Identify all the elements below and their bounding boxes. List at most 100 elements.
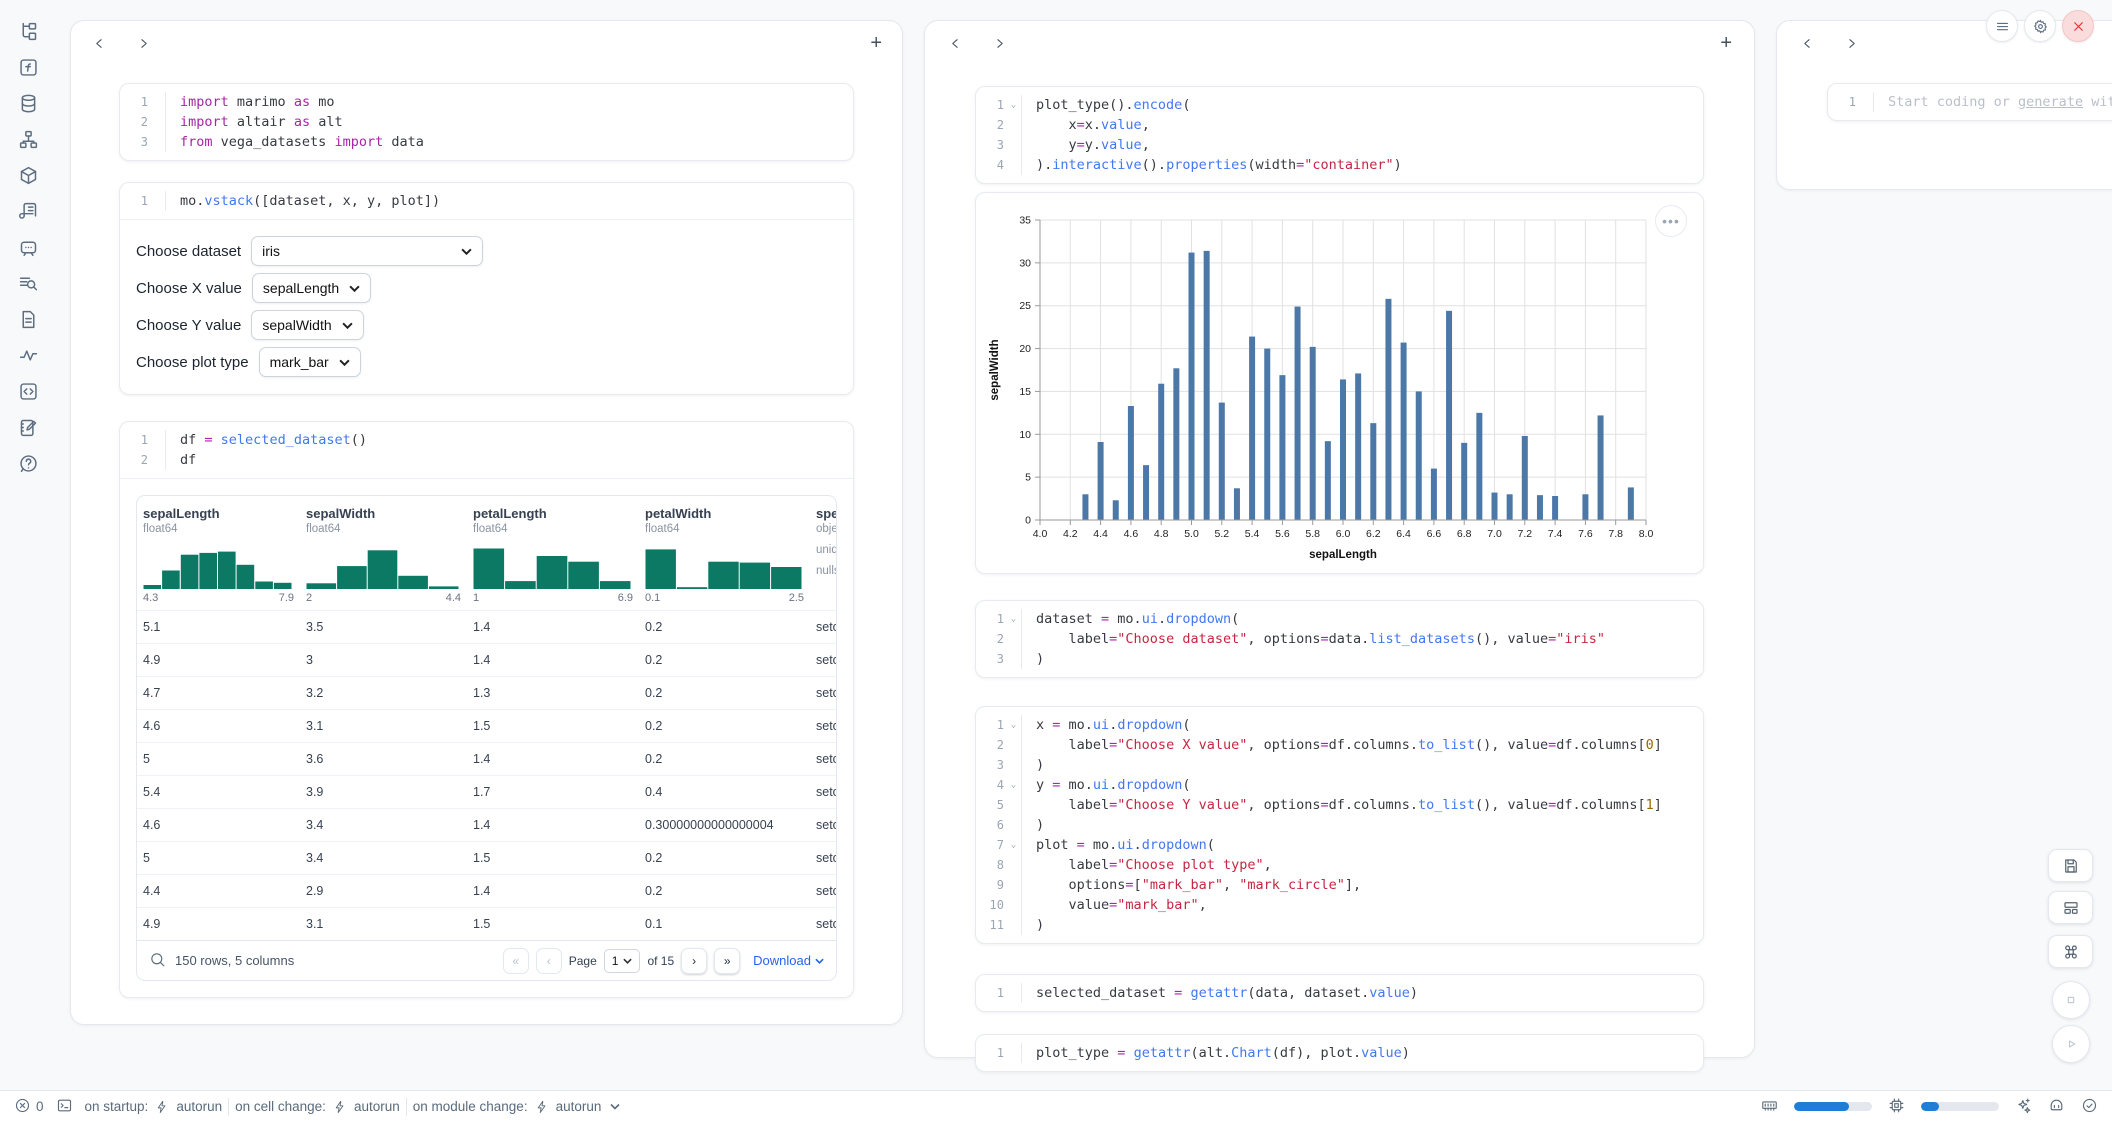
document-icon[interactable] (17, 308, 39, 330)
save-button[interactable] (2048, 849, 2093, 882)
help-icon[interactable] (17, 452, 39, 474)
code-line[interactable]: 1mo.vstack([dataset, x, y, plot]) (120, 191, 853, 211)
table-column-header[interactable]: sepalLengthfloat644.37.9 (137, 496, 300, 610)
code-line[interactable]: 9 options=["mark_bar", "mark_circle"], (976, 875, 1703, 895)
table-row[interactable]: 4.931.40.2setosa (137, 643, 836, 676)
code-line[interactable]: 1df = selected_dataset() (120, 430, 853, 450)
table-row[interactable]: 53.41.50.2setosa (137, 841, 836, 874)
menu-button[interactable] (1986, 10, 2018, 42)
xy-plot-dropdown-cell[interactable]: 1⌄x = mo.ui.dropdown(2 label="Choose X v… (975, 706, 1704, 944)
terminal-icon[interactable] (56, 1097, 73, 1117)
layout-button[interactable] (2048, 891, 2093, 924)
plot-code[interactable]: 1⌄plot_type().encode(2 x=x.value,3 y=y.v… (976, 87, 1703, 183)
code-line[interactable]: 10 value="mark_bar", (976, 895, 1703, 915)
column-right-button[interactable] (135, 35, 151, 51)
plot-cell[interactable]: 1⌄plot_type().encode(2 x=x.value,3 y=y.v… (975, 86, 1704, 184)
code-line[interactable]: 2df (120, 450, 853, 470)
plot-type-cell[interactable]: 1plot_type = getattr(alt.Chart(df), plot… (975, 1034, 1704, 1072)
code-line[interactable]: 2 x=x.value, (976, 115, 1703, 135)
last-page-button[interactable]: » (714, 948, 740, 974)
column-right-button[interactable] (1843, 35, 1859, 51)
code-line[interactable]: 1⌄dataset = mo.ui.dropdown( (976, 609, 1703, 629)
search-icon[interactable] (149, 951, 166, 971)
column-left-button[interactable] (91, 35, 107, 51)
bar-chart[interactable]: 051015202530354.04.24.44.64.85.05.25.45.… (984, 204, 1694, 562)
table-column-header[interactable]: petalLengthfloat6416.9 (467, 496, 639, 610)
table-row[interactable]: 4.63.11.50.2setosa (137, 709, 836, 742)
chart-menu-button[interactable]: ••• (1655, 205, 1687, 237)
table-row[interactable]: 4.73.21.30.2setosa (137, 676, 836, 709)
activity-icon[interactable] (17, 344, 39, 366)
imports-code[interactable]: 1import marimo as mo2import altair as al… (120, 84, 853, 160)
code-line[interactable]: 2import altair as alt (120, 112, 853, 132)
column-left-button[interactable] (1799, 35, 1815, 51)
plot-type-code[interactable]: 1plot_type = getattr(alt.Chart(df), plot… (976, 1035, 1703, 1071)
table-row[interactable]: 4.63.41.40.30000000000000004setosa (137, 808, 836, 841)
command-palette-button[interactable] (2048, 935, 2093, 968)
table-row[interactable]: 4.93.11.50.1setosa (137, 907, 836, 940)
package-icon[interactable] (17, 164, 39, 186)
log-search-icon[interactable] (17, 272, 39, 294)
table-row[interactable]: 4.42.91.40.2setosa (137, 874, 836, 907)
xyplot-code[interactable]: 1⌄x = mo.ui.dropdown(2 label="Choose X v… (976, 707, 1703, 943)
code-line[interactable]: 4).interactive().properties(width="conta… (976, 155, 1703, 175)
vstack-cell[interactable]: 1mo.vstack([dataset, x, y, plot]) Choose… (119, 182, 854, 395)
code-line[interactable]: 1import marimo as mo (120, 92, 853, 112)
first-page-button[interactable]: « (503, 948, 529, 974)
download-button[interactable]: Download (753, 953, 824, 968)
page-select[interactable]: 1 (604, 949, 641, 973)
code-line[interactable]: 2 label="Choose X value", options=df.col… (976, 735, 1703, 755)
code-line[interactable]: 11) (976, 915, 1703, 935)
code-line[interactable]: 3) (976, 649, 1703, 669)
database-icon[interactable] (17, 92, 39, 114)
script-icon[interactable] (17, 200, 39, 222)
column-right-button[interactable] (991, 35, 1007, 51)
file-tree-icon[interactable] (17, 20, 39, 42)
dropdown-select[interactable]: sepalLength (252, 273, 371, 303)
code-line[interactable]: 8 label="Choose plot type", (976, 855, 1703, 875)
dataset-dropdown-cell[interactable]: 1⌄dataset = mo.ui.dropdown(2 label="Choo… (975, 600, 1704, 678)
empty-editor-placeholder[interactable]: 1Start coding or generate with (1828, 84, 2112, 120)
table-row[interactable]: 5.43.91.70.4setosa (137, 775, 836, 808)
code-line[interactable]: 1plot_type = getattr(alt.Chart(df), plot… (976, 1043, 1703, 1063)
run-button[interactable] (2052, 1025, 2090, 1063)
prev-page-button[interactable]: ‹ (536, 948, 562, 974)
dropdown-select[interactable]: sepalWidth (251, 310, 363, 340)
dataframe-cell[interactable]: 1df = selected_dataset()2df sepalLengthf… (119, 421, 854, 998)
imports-cell[interactable]: 1import marimo as mo2import altair as al… (119, 83, 854, 161)
vstack-code[interactable]: 1mo.vstack([dataset, x, y, plot]) (120, 183, 853, 219)
function-icon[interactable] (17, 56, 39, 78)
add-cell-button[interactable]: + (1720, 33, 1732, 53)
df-code[interactable]: 1df = selected_dataset()2df (120, 422, 853, 478)
run-mode-item[interactable]: on cell change:autorun (235, 1099, 400, 1114)
code-line[interactable]: 7⌄plot = mo.ui.dropdown( (976, 835, 1703, 855)
sitemap-icon[interactable] (17, 128, 39, 150)
code-line[interactable]: 3from vega_datasets import data (120, 132, 853, 152)
empty-editor-cell[interactable]: 1Start coding or generate with (1827, 83, 2112, 121)
connection-status-icon[interactable] (2081, 1097, 2098, 1117)
code-line[interactable]: 3 y=y.value, (976, 135, 1703, 155)
copilot-icon[interactable] (2048, 1097, 2065, 1117)
table-column-header[interactable]: sepalWidthfloat6424.4 (300, 496, 467, 610)
errors-indicator[interactable]: 0 (14, 1097, 44, 1117)
table-column-header[interactable]: speciesobjectunique:nulls: (810, 496, 836, 610)
settings-button[interactable] (2024, 10, 2056, 42)
code-line[interactable]: 1Start coding or generate with (1828, 92, 2112, 112)
code-line[interactable]: 2 label="Choose dataset", options=data.l… (976, 629, 1703, 649)
code-line[interactable]: 1selected_dataset = getattr(data, datase… (976, 983, 1703, 1003)
table-column-header[interactable]: petalWidthfloat640.12.5 (639, 496, 810, 610)
code-line[interactable]: 1⌄x = mo.ui.dropdown( (976, 715, 1703, 735)
column-left-button[interactable] (947, 35, 963, 51)
code-block-icon[interactable] (17, 380, 39, 402)
code-line[interactable]: 1⌄plot_type().encode( (976, 95, 1703, 115)
ai-sparkles-icon[interactable] (2015, 1097, 2032, 1117)
close-button[interactable] (2062, 10, 2094, 42)
run-mode-item[interactable]: on startup:autorun (85, 1099, 223, 1114)
code-line[interactable]: 4⌄y = mo.ui.dropdown( (976, 775, 1703, 795)
chat-bot-icon[interactable] (17, 236, 39, 258)
scratchpad-icon[interactable] (17, 416, 39, 438)
selected-dataset-code[interactable]: 1selected_dataset = getattr(data, datase… (976, 975, 1703, 1011)
code-line[interactable]: 5 label="Choose Y value", options=df.col… (976, 795, 1703, 815)
dropdown-select[interactable]: mark_bar (259, 347, 361, 377)
dropdown-select[interactable]: iris (251, 236, 483, 266)
